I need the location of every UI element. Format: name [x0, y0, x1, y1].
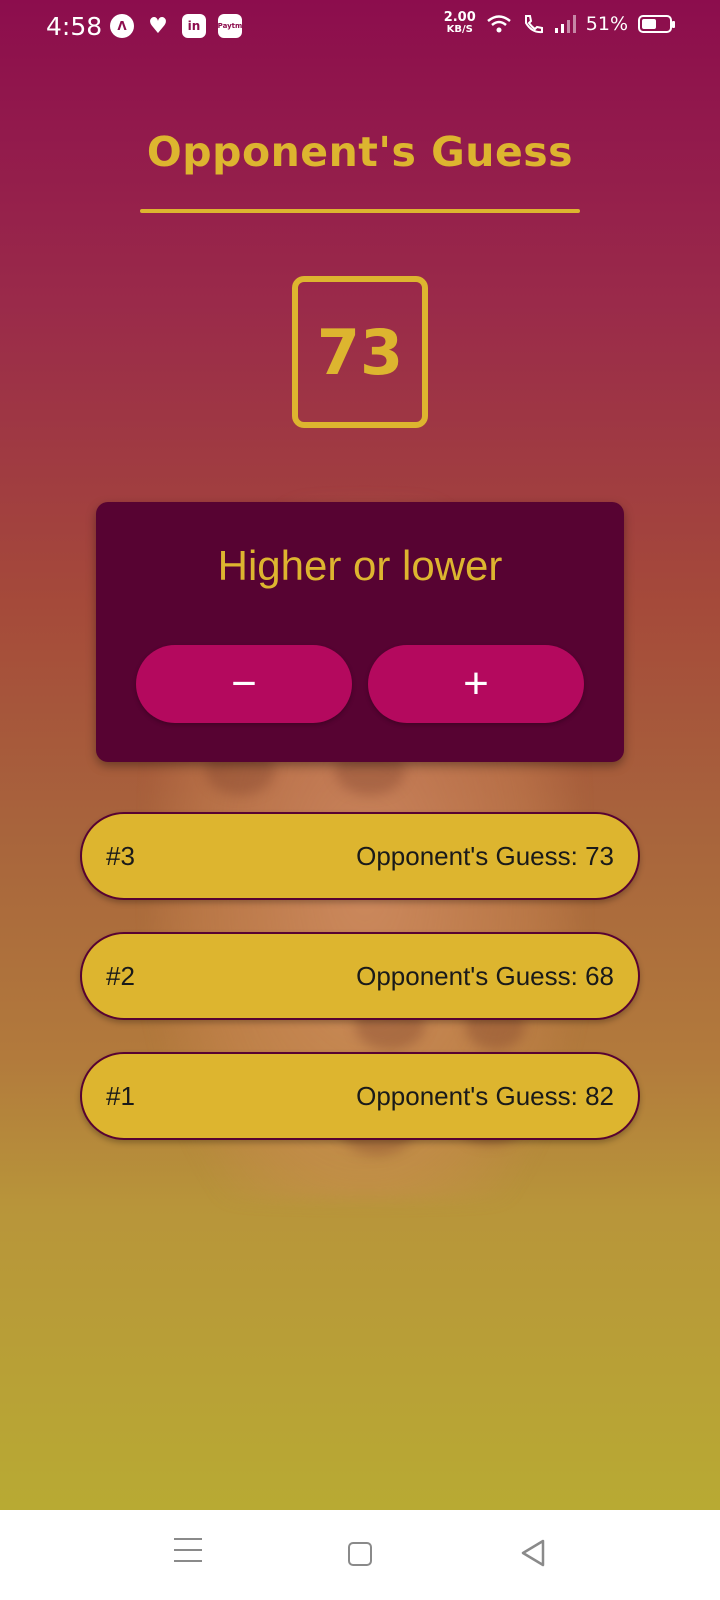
guess-round: #3	[106, 840, 135, 871]
guess-round: #1	[106, 1080, 135, 1111]
menu-icon[interactable]	[174, 1538, 202, 1571]
battery-percent: 51%	[585, 13, 628, 35]
signal-icon	[554, 15, 576, 33]
home-icon[interactable]	[348, 1542, 372, 1566]
page-title: Opponent's Guess	[146, 128, 574, 176]
battery-icon	[638, 15, 675, 33]
lower-button[interactable]: −	[136, 645, 352, 723]
heart-icon: ♥	[148, 13, 168, 39]
wifi-call-icon	[524, 15, 543, 34]
paytm-icon: Paytm	[218, 14, 242, 38]
status-time: 4:58	[46, 12, 103, 41]
guess-text: Opponent's Guess: 82	[356, 1080, 614, 1111]
guess-log-item: #3 Opponent's Guess: 73	[80, 812, 640, 900]
system-nav-bar	[0, 1510, 720, 1600]
guess-text: Opponent's Guess: 73	[356, 840, 614, 871]
minus-icon: −	[231, 659, 257, 708]
game-screen: 4:58 Λ ♥ in Paytm 2.00 KB/S 51% Opponent…	[0, 0, 720, 1510]
card-prompt: Higher or lower	[217, 542, 503, 589]
wifi-icon	[486, 15, 511, 33]
app-a-icon: Λ	[110, 14, 134, 38]
guess-text: Opponent's Guess: 68	[356, 960, 614, 991]
higher-button[interactable]: +	[368, 645, 584, 723]
title-underline	[140, 209, 580, 213]
guess-log-item: #1 Opponent's Guess: 82	[80, 1052, 640, 1140]
plus-icon: +	[463, 659, 489, 708]
network-speed: 2.00 KB/S	[443, 10, 476, 35]
status-bar: 4:58 Λ ♥ in Paytm 2.00 KB/S 51%	[0, 0, 720, 56]
current-guess-display: 73	[292, 276, 428, 428]
current-guess-value: 73	[316, 315, 404, 389]
back-icon[interactable]	[520, 1538, 546, 1568]
guess-log-item: #2 Opponent's Guess: 68	[80, 932, 640, 1020]
guess-round: #2	[106, 960, 135, 991]
higher-lower-card: Higher or lower − +	[96, 502, 624, 762]
linkedin-icon: in	[182, 14, 206, 38]
